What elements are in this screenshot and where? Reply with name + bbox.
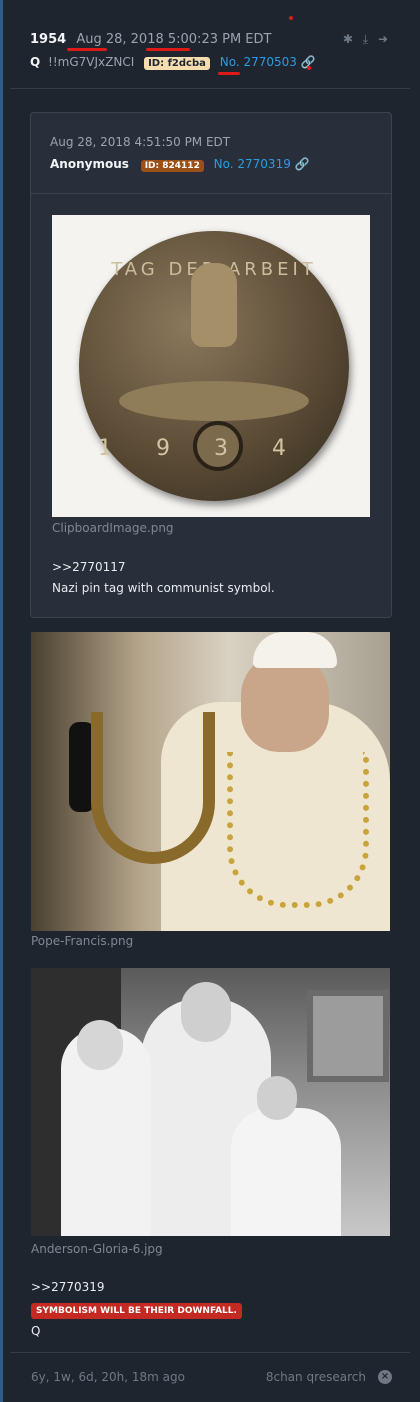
author-name: Q [30,55,41,69]
close-icon[interactable]: × [378,1370,392,1384]
red-underline-date [67,48,107,51]
post-age: 6y, 1w, 6d, 20h, 18m ago [31,1370,185,1384]
quoted-text: Nazi pin tag with communist symbol. [52,581,275,595]
wall-painting [307,990,389,1082]
share-icon[interactable]: ✱ [343,32,353,46]
quoted-post-link[interactable]: No. 2770319 [214,157,291,171]
body-signature: Q [31,1324,41,1338]
post-card: 1954 Aug 28, 2018 5:00:23 PM EDT Q !!mG7… [0,0,420,1402]
quoted-link-icon[interactable]: 🔗 [295,157,310,171]
body-reply-ref[interactable]: >>2770319 [31,1277,105,1298]
post-date: Aug 28, 2018 5:00:23 PM EDT [76,32,272,47]
pope-cap [253,632,337,668]
coin-eagle [119,381,309,421]
post-author-row: Q !!mG7VJxZNCI ID: f2dcba No. 2770503 🔗 [30,55,316,70]
tripcode: !!mG7VJxZNCI [48,55,135,69]
hammer-sickle-crucifix [91,712,215,864]
quoted-id-badge: ID: 824112 [140,160,204,172]
post-link[interactable]: No. 2770503 [220,55,297,69]
quoted-author-name: Anonymous [50,157,129,171]
quoted-post: Aug 28, 2018 4:51:50 PM EDT Anonymous ID… [30,112,392,618]
download-icon[interactable]: ⤓ [363,32,368,46]
post-accent-bar [0,0,3,1402]
id-badge: ID: f2dcba [144,57,210,70]
pope-image-filename[interactable]: Pope-Francis.png [31,934,133,948]
quoted-reply-ref[interactable]: >>2770117 [52,557,126,578]
image-anderson-gloria[interactable] [31,968,390,1236]
coin-face [191,263,237,347]
red-underline-time [146,48,190,51]
red-dot-right [307,66,311,70]
header-actions: ✱ ⤓ ➜ [337,32,388,47]
header-divider [10,88,410,89]
image-pope-francis[interactable] [31,632,390,931]
boy-right-figure [231,1108,341,1236]
red-text-highlight: SYMBOLISM WILL BE THEIR DOWNFALL. [31,1303,242,1319]
boy-right-head [257,1076,297,1120]
red-underline-postno [218,72,240,75]
post-header-row: 1954 Aug 28, 2018 5:00:23 PM EDT [30,32,271,47]
boy-left-head [77,1020,123,1070]
coin-graphic: TAG DER ARBEIT 1934 [79,231,349,501]
source-board[interactable]: 8chan qresearch [266,1370,366,1384]
quoted-author-row: Anonymous ID: 824112 No. 2770319 🔗 [50,157,310,172]
gloria-image-filename[interactable]: Anderson-Gloria-6.jpg [31,1242,163,1256]
arrow-right-icon[interactable]: ➜ [378,32,388,46]
quoted-image-coin[interactable]: TAG DER ARBEIT 1934 [52,215,370,517]
pope-chain [227,752,369,908]
post-number: 1954 [30,32,67,47]
footer-divider [10,1352,410,1353]
quoted-post-header: Aug 28, 2018 4:51:50 PM EDT Anonymous ID… [31,113,391,194]
coin-year: 1934 [98,436,330,461]
quoted-post-date: Aug 28, 2018 4:51:50 PM EDT [50,135,231,149]
red-dot-top [289,16,293,20]
quoted-image-filename[interactable]: ClipboardImage.png [52,521,174,535]
woman-head [181,982,231,1042]
post-header: 1954 Aug 28, 2018 5:00:23 PM EDT Q !!mG7… [10,22,410,90]
